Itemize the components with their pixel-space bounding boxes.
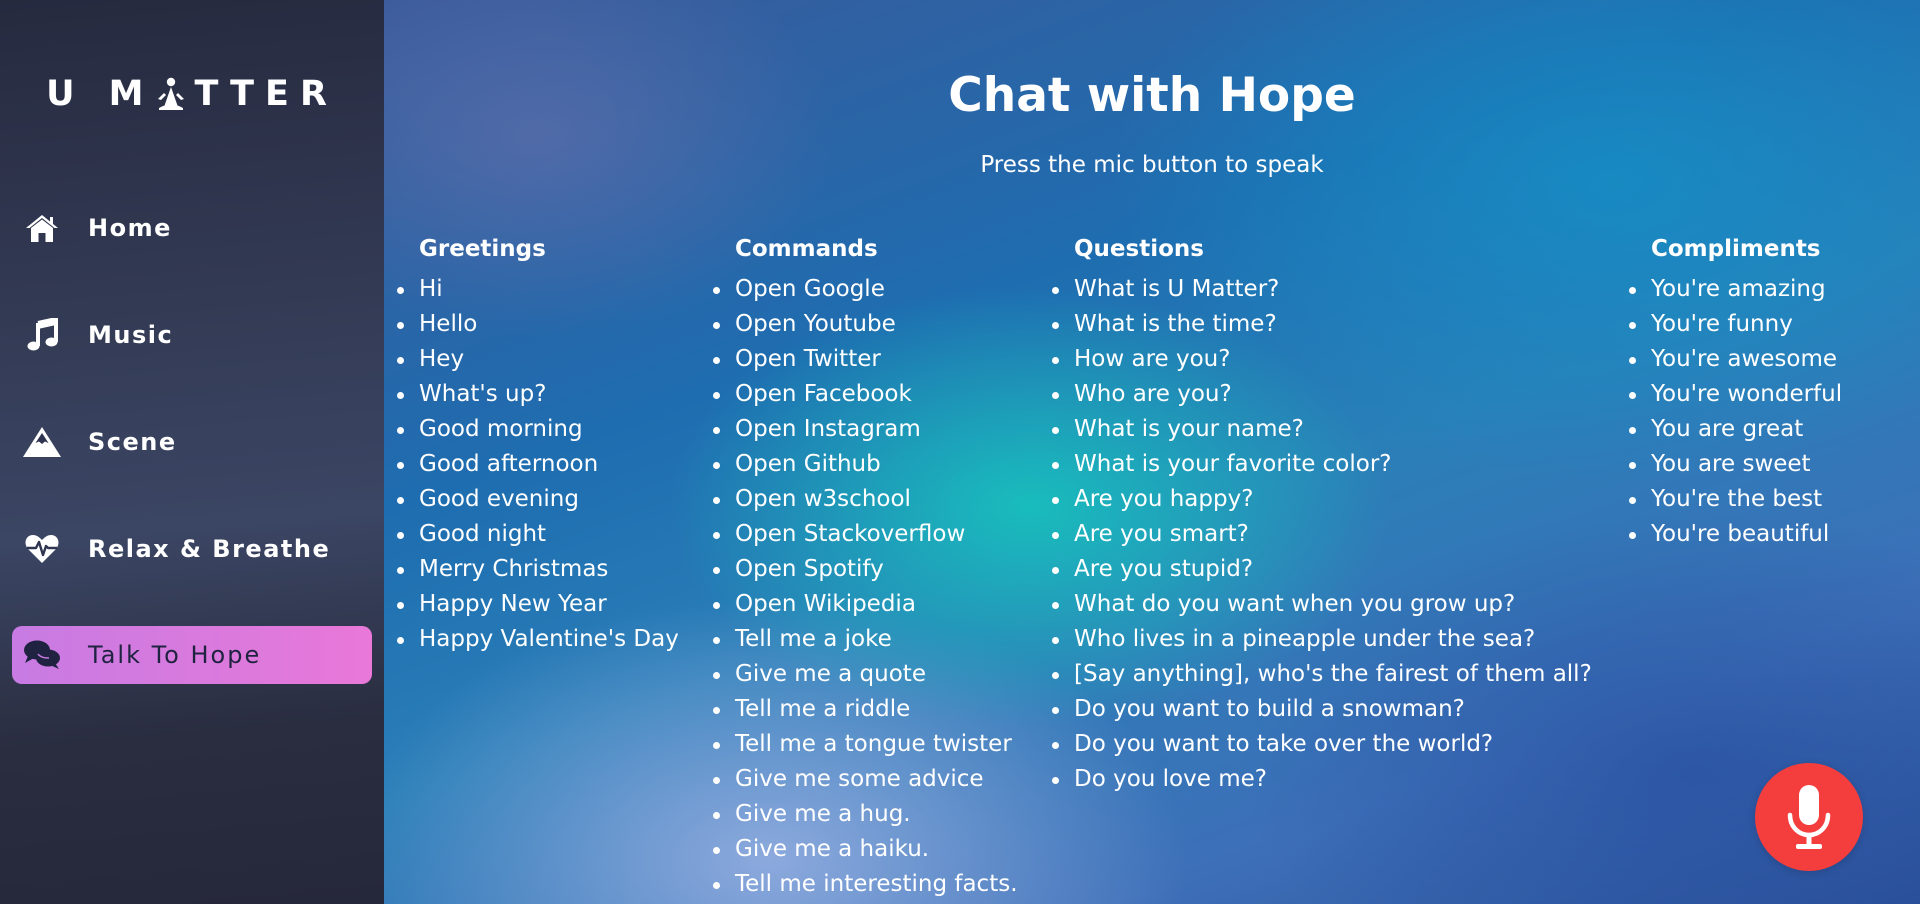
- list-item: Tell me a joke: [713, 622, 1018, 657]
- sidebar-item-music[interactable]: Music: [12, 306, 372, 364]
- list-item: Tell me interesting facts.: [713, 867, 1018, 902]
- list-item: Give me some advice: [713, 762, 1018, 797]
- list-item: What do you want when you grow up?: [1052, 587, 1592, 622]
- mic-button[interactable]: [1755, 763, 1863, 871]
- list-item: Open Twitter: [713, 342, 1018, 377]
- sidebar-item-label: Home: [88, 214, 172, 242]
- list-item: You are great: [1628, 412, 1842, 447]
- phrase-list: You're amazing You're funny You're awesome…: [1628, 272, 1842, 552]
- list-item: Happy New Year: [397, 587, 679, 622]
- column-heading: Greetings: [419, 236, 546, 262]
- logo-text-left: U M: [46, 74, 155, 114]
- list-item: Do you want to take over the world?: [1052, 727, 1592, 762]
- sidebar-item-label: Scene: [88, 428, 177, 456]
- list-item: What is your favorite color?: [1052, 447, 1592, 482]
- list-item: Are you smart?: [1052, 517, 1592, 552]
- column-heading: Commands: [735, 236, 878, 262]
- app-window: U M TTER Home Music Scene Relax & Breath…: [0, 0, 1920, 904]
- mountain-icon: [22, 425, 62, 459]
- list-item: Tell me a riddle: [713, 692, 1018, 727]
- list-item: What is the time?: [1052, 307, 1592, 342]
- list-item: What is your name?: [1052, 412, 1592, 447]
- list-item: Good morning: [397, 412, 679, 447]
- list-item: You're wonderful: [1628, 377, 1842, 412]
- list-item: How are you?: [1052, 342, 1592, 377]
- list-item: What is U Matter?: [1052, 272, 1592, 307]
- list-item: Give me a hug.: [713, 797, 1018, 832]
- list-item: Hey: [397, 342, 679, 377]
- list-item: Open Facebook: [713, 377, 1018, 412]
- list-item: Merry Christmas: [397, 552, 679, 587]
- sidebar-item-relax-breathe[interactable]: Relax & Breathe: [12, 520, 372, 578]
- list-item: Open Wikipedia: [713, 587, 1018, 622]
- commands-column: Commands Open Google Open Youtube Open Twi…: [713, 234, 1018, 902]
- page-title: Chat with Hope: [948, 68, 1356, 123]
- phrase-list: Hi Hello Hey What's up? Good morning Good aft…: [397, 272, 679, 657]
- meditation-icon: [157, 77, 184, 110]
- sidebar-item-talk-to-hope[interactable]: Talk To Hope: [12, 626, 372, 684]
- phrase-list: What is U Matter? What is the time? How ar…: [1052, 272, 1592, 797]
- list-item: You're awesome: [1628, 342, 1842, 377]
- list-item: Happy Valentine's Day: [397, 622, 679, 657]
- list-item: You're beautiful: [1628, 517, 1842, 552]
- list-item: Do you love me?: [1052, 762, 1592, 797]
- list-item: Good evening: [397, 482, 679, 517]
- list-item: Open Instagram: [713, 412, 1018, 447]
- list-item: Open Github: [713, 447, 1018, 482]
- list-item: You're amazing: [1628, 272, 1842, 307]
- column-heading: Compliments: [1651, 236, 1821, 262]
- sidebar-item-label: Relax & Breathe: [88, 535, 331, 563]
- chat-bubbles-icon: [22, 638, 62, 672]
- list-item: You're the best: [1628, 482, 1842, 517]
- list-item: Do you want to build a snowman?: [1052, 692, 1592, 727]
- sidebar-item-home[interactable]: Home: [12, 199, 372, 257]
- list-item: [Say anything], who's the fairest of the…: [1052, 657, 1592, 692]
- sidebar: U M TTER Home Music Scene Relax & Breath…: [0, 0, 384, 904]
- phrase-list: Open Google Open Youtube Open Twitter Open …: [713, 272, 1018, 902]
- list-item: Are you stupid?: [1052, 552, 1592, 587]
- sidebar-item-label: Music: [88, 321, 174, 349]
- column-heading: Questions: [1074, 236, 1204, 262]
- main-content: Chat with Hope Press the mic button to s…: [384, 0, 1920, 904]
- compliments-column: Compliments You're amazing You're funny Yo…: [1628, 234, 1842, 552]
- list-item: Good night: [397, 517, 679, 552]
- questions-column: Questions What is U Matter? What is the t…: [1052, 234, 1592, 797]
- list-item: Open Spotify: [713, 552, 1018, 587]
- list-item: Good afternoon: [397, 447, 679, 482]
- list-item: Who lives in a pineapple under the sea?: [1052, 622, 1592, 657]
- list-item: Hi: [397, 272, 679, 307]
- list-item: Who are you?: [1052, 377, 1592, 412]
- list-item: Give me a haiku.: [713, 832, 1018, 867]
- greetings-column: Greetings Hi Hello Hey What's up? Good morni…: [397, 234, 679, 657]
- list-item: Open w3school: [713, 482, 1018, 517]
- page-subtitle: Press the mic button to speak: [980, 152, 1324, 178]
- heartbeat-icon: [22, 532, 62, 566]
- sidebar-item-scene[interactable]: Scene: [12, 413, 372, 471]
- home-icon: [22, 211, 62, 245]
- list-item: Give me a quote: [713, 657, 1018, 692]
- sidebar-item-label: Talk To Hope: [88, 641, 262, 669]
- list-item: You're funny: [1628, 307, 1842, 342]
- microphone-icon: [1787, 785, 1831, 849]
- logo-text-right: TTER: [194, 74, 338, 114]
- list-item: Open Stackoverflow: [713, 517, 1018, 552]
- list-item: Open Google: [713, 272, 1018, 307]
- list-item: Open Youtube: [713, 307, 1018, 342]
- list-item: Hello: [397, 307, 679, 342]
- list-item: What's up?: [397, 377, 679, 412]
- music-icon: [22, 318, 62, 352]
- list-item: You are sweet: [1628, 447, 1842, 482]
- list-item: Tell me a tongue twister: [713, 727, 1018, 762]
- list-item: Are you happy?: [1052, 482, 1592, 517]
- logo[interactable]: U M TTER: [0, 74, 384, 114]
